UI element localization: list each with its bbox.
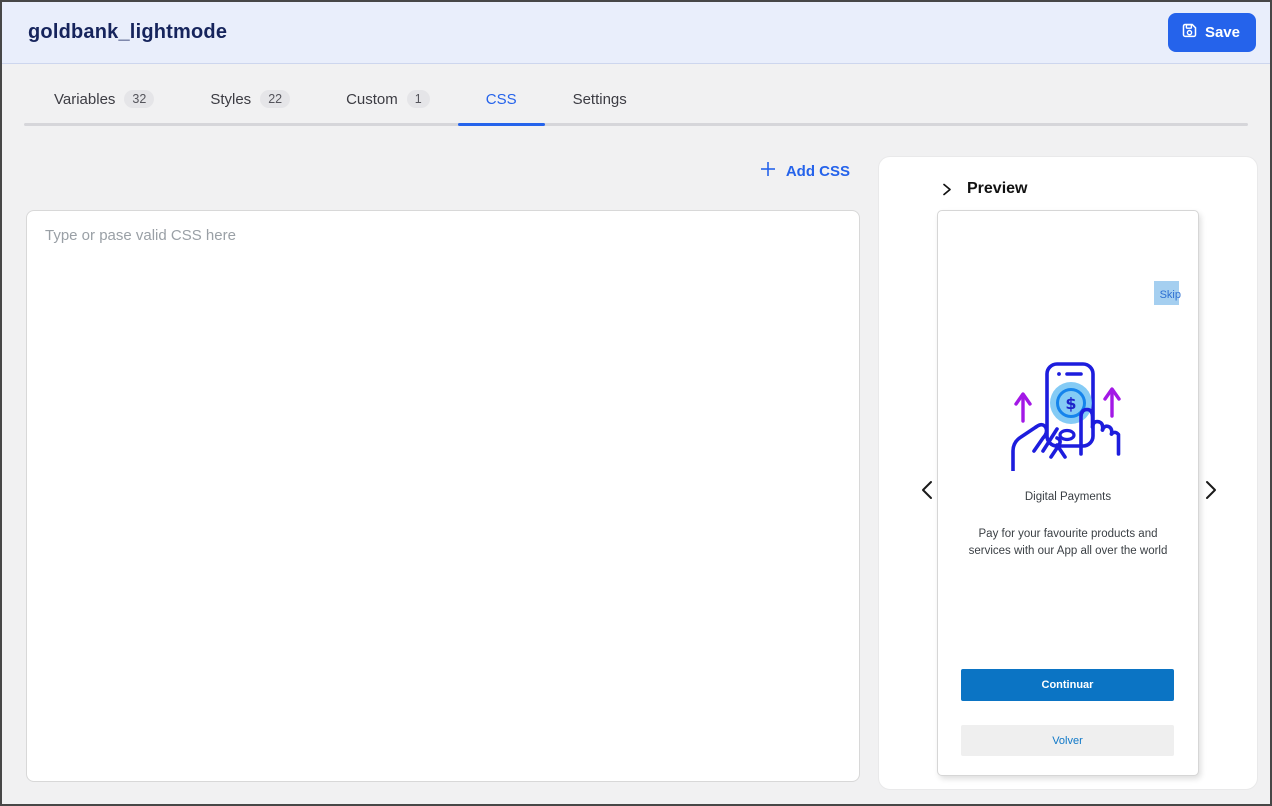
- add-css-label: Add CSS: [786, 163, 850, 180]
- chevron-right-icon: [1203, 479, 1219, 501]
- preview-title: Preview: [967, 180, 1027, 198]
- main-content: Add CSS Preview: [2, 126, 1270, 790]
- tab-badge: 22: [260, 90, 290, 108]
- save-button[interactable]: Save: [1168, 13, 1256, 52]
- digital-payments-illustration: $: [1007, 359, 1129, 471]
- floppy-disk-icon: [1181, 22, 1198, 43]
- header: goldbank_lightmode Save: [2, 2, 1270, 64]
- slide-heading: Digital Payments: [938, 491, 1198, 503]
- tab-css[interactable]: CSS: [486, 90, 517, 123]
- page-title: goldbank_lightmode: [28, 21, 227, 44]
- tab-label: Styles: [210, 91, 251, 108]
- tab-badge: 1: [407, 90, 430, 108]
- tab-badge: 32: [124, 90, 154, 108]
- tab-label: CSS: [486, 91, 517, 108]
- tab-variables[interactable]: Variables 32: [54, 90, 154, 123]
- chevron-right-icon[interactable]: [939, 182, 954, 197]
- skip-link[interactable]: Skip: [1158, 289, 1183, 301]
- plus-icon: [759, 160, 777, 182]
- chevron-left-icon: [919, 479, 935, 501]
- carousel-prev-button[interactable]: [915, 477, 939, 503]
- carousel-next-button[interactable]: [1199, 477, 1223, 503]
- tab-label: Variables: [54, 91, 115, 108]
- slide-body: Pay for your favourite products and serv…: [966, 526, 1170, 560]
- preview-panel: Preview Skip: [878, 156, 1258, 790]
- save-button-label: Save: [1205, 24, 1240, 41]
- app-window: goldbank_lightmode Save Variables 32 Sty…: [0, 0, 1272, 806]
- volver-button[interactable]: Volver: [961, 725, 1174, 756]
- tab-bar: Variables 32 Styles 22 Custom 1 CSS Sett…: [24, 64, 1248, 126]
- css-editor-column: Add CSS: [26, 156, 860, 790]
- svg-text:$: $: [1065, 394, 1076, 413]
- tab-label: Custom: [346, 91, 398, 108]
- phone-preview-card: Skip $: [937, 210, 1199, 776]
- continuar-button[interactable]: Continuar: [961, 669, 1174, 701]
- tab-settings[interactable]: Settings: [573, 90, 627, 123]
- tab-label: Settings: [573, 91, 627, 108]
- add-css-button[interactable]: Add CSS: [759, 160, 850, 182]
- tab-track: [24, 123, 1248, 126]
- css-input[interactable]: [26, 210, 860, 782]
- tab-custom[interactable]: Custom 1: [346, 90, 430, 123]
- tab-styles[interactable]: Styles 22: [210, 90, 290, 123]
